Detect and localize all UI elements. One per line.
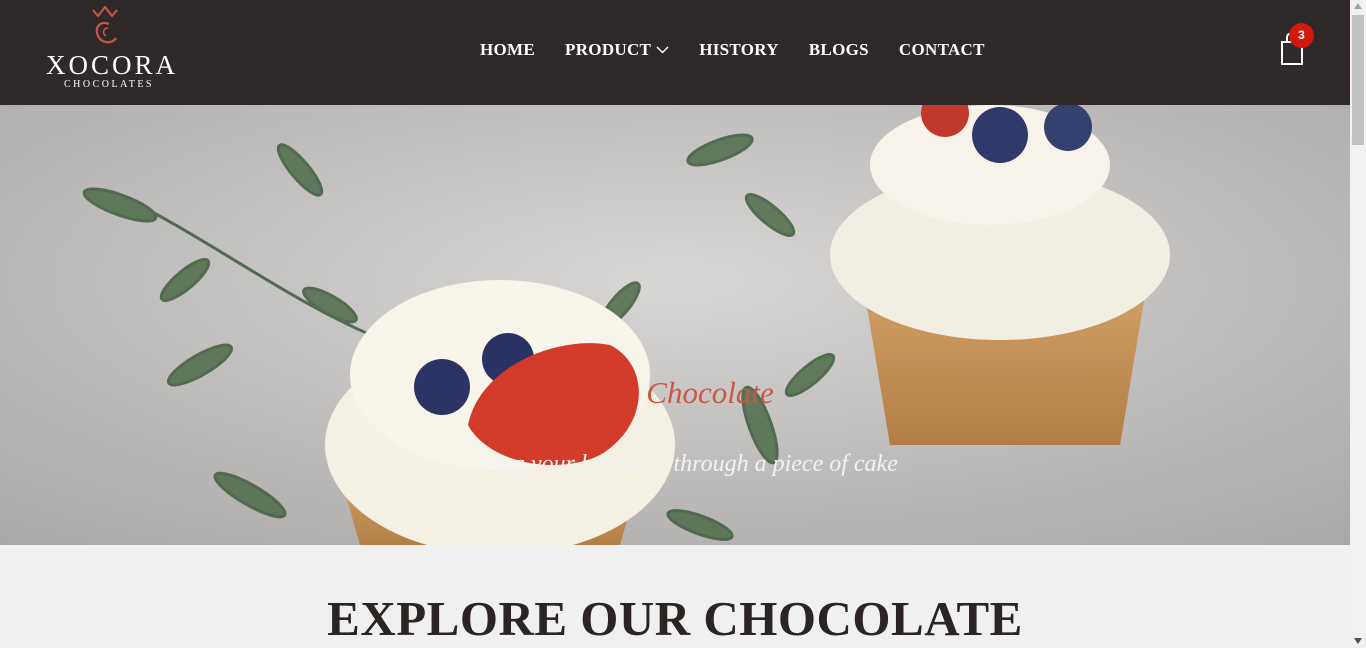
hero-subtitle: Bring your happines through a piece of c…	[470, 451, 898, 477]
hero-background-image	[0, 105, 1350, 545]
brand-tagline: CHOCOLATES	[63, 79, 154, 90]
nav-home[interactable]: HOME	[480, 40, 535, 60]
brand-logo[interactable]: XOCORA CHOCOLATES	[46, 6, 179, 92]
scroll-down-arrow-icon[interactable]	[1354, 638, 1362, 644]
hero-banner: Chocolate Bring your happines through a …	[0, 105, 1350, 545]
nav-product-label: PRODUCT	[565, 40, 652, 59]
nav-history-label: HISTORY	[699, 40, 779, 59]
cart-count-badge: 3	[1289, 23, 1314, 48]
hero-title: Chocolate	[646, 375, 774, 410]
nav-home-label: HOME	[480, 40, 536, 59]
nav-blogs-label: BLOGS	[808, 40, 869, 59]
site-header: XOCORA CHOCOLATES HOME PRODUCT HISTORY B…	[0, 0, 1350, 105]
chevron-down-icon	[656, 46, 669, 54]
scrollbar-thumb[interactable]	[1352, 15, 1364, 145]
crown-logo-icon	[92, 6, 118, 44]
nav-contact[interactable]: CONTACT	[899, 40, 985, 60]
nav-product[interactable]: PRODUCT	[565, 40, 669, 60]
section-title: EXPLORE OUR CHOCOLATE	[327, 591, 1023, 646]
main-nav: HOME PRODUCT HISTORY BLOGS CONTACT	[480, 38, 985, 62]
nav-contact-label: CONTACT	[898, 40, 985, 59]
page-scrollbar[interactable]	[1350, 0, 1366, 648]
brand-name: XOCORA	[46, 50, 179, 80]
nav-history[interactable]: HISTORY	[699, 40, 779, 60]
nav-blogs[interactable]: BLOGS	[809, 40, 869, 60]
scroll-up-arrow-icon[interactable]	[1354, 3, 1362, 9]
